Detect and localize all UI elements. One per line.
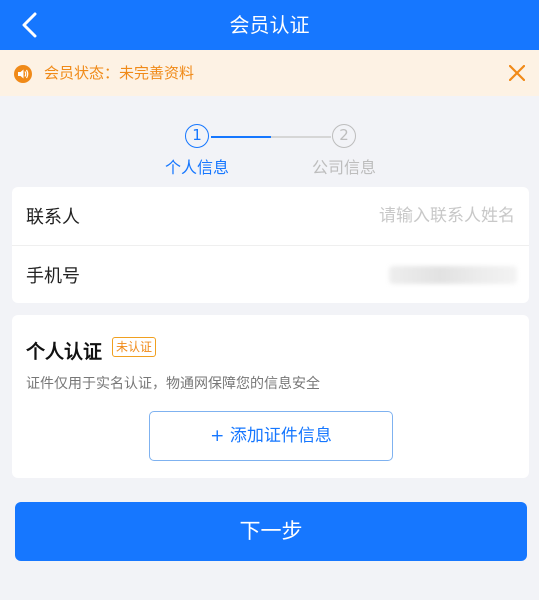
- app-header: 会员认证: [0, 0, 539, 50]
- step-1-circle: 1: [185, 124, 209, 148]
- next-step-button[interactable]: 下一步: [15, 502, 527, 561]
- contact-name-input[interactable]: [146, 206, 515, 226]
- personal-auth-title: 个人认证: [26, 341, 103, 363]
- status-badge: 未认证: [112, 337, 157, 357]
- step-2-label: 公司信息: [311, 158, 376, 177]
- step-2-circle: 2: [332, 124, 356, 148]
- page-title: 会员认证: [229, 13, 310, 37]
- personal-auth-card: 个人认证 未认证 证件仅用于实名认证，物通网保障您的信息安全 + 添加证件信息: [12, 315, 529, 478]
- close-icon: [509, 65, 525, 81]
- step-1-label: 个人信息: [164, 158, 229, 177]
- step-remaining-line: [271, 136, 331, 138]
- member-status-notice: 会员状态：未完善资料: [0, 50, 539, 96]
- auth-description: 证件仅用于实名认证，物通网保障您的信息安全: [26, 376, 320, 392]
- step-progress-line: [211, 136, 271, 138]
- contact-label: 联系人: [26, 207, 80, 228]
- close-notice-button[interactable]: [503, 59, 531, 87]
- contact-info-card: 联系人 手机号: [12, 187, 529, 303]
- phone-value-redacted: [389, 266, 517, 284]
- phone-row: 手机号: [12, 245, 529, 303]
- step-indicator: 1 2 个人信息 公司信息: [0, 120, 539, 180]
- add-certificate-button[interactable]: + 添加证件信息: [149, 411, 393, 461]
- member-status-text: 会员状态：未完善资料: [44, 64, 195, 82]
- phone-label: 手机号: [26, 265, 80, 287]
- speaker-icon: [14, 65, 32, 83]
- contact-row: 联系人: [12, 187, 529, 245]
